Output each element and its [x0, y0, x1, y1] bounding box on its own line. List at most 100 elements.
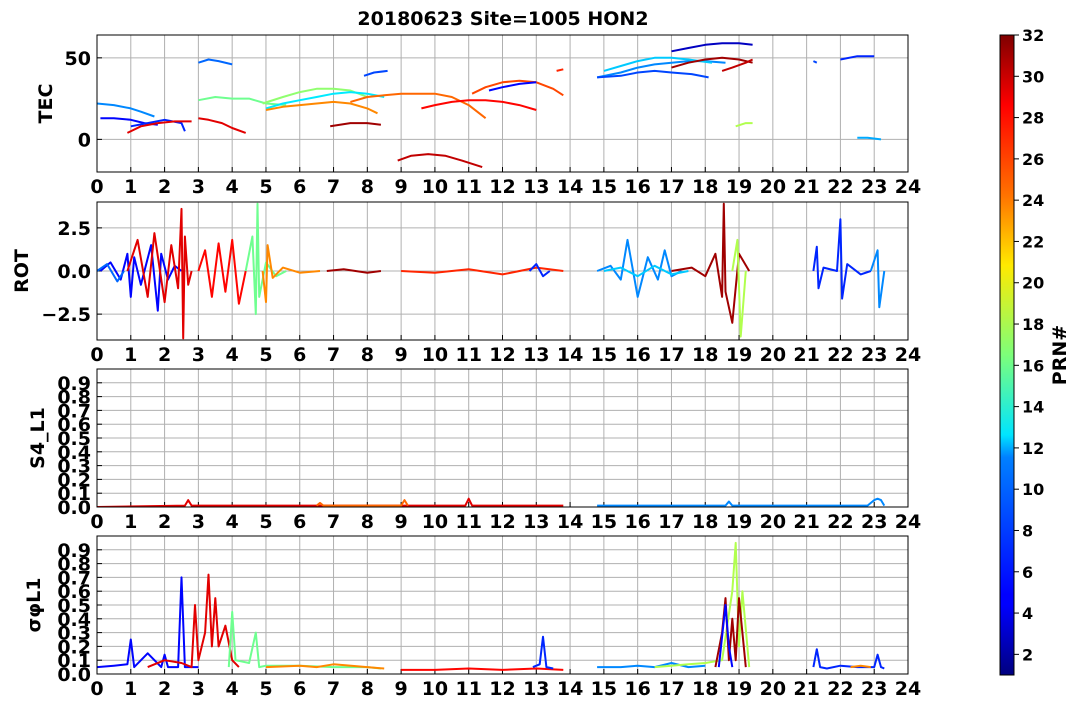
y-tick-label: 0.9: [57, 540, 91, 562]
x-tick-label: 15: [591, 511, 617, 533]
y-axis-label: σφL1: [23, 578, 45, 633]
x-tick-label: 23: [861, 176, 887, 198]
x-tick-label: 16: [624, 344, 650, 366]
colorbar-tick-label: 28: [1022, 109, 1044, 128]
x-tick-label: 18: [692, 678, 718, 700]
x-tick-label: 18: [692, 176, 718, 198]
x-tick-label: 14: [557, 678, 583, 700]
x-tick-label: 5: [259, 176, 272, 198]
colorbar-tick-label: 18: [1022, 315, 1044, 334]
x-tick-label: 15: [591, 176, 617, 198]
x-tick-label: 20: [760, 678, 786, 700]
colorbar-gradient: [999, 34, 1015, 676]
panel-1: 0 1 2 3 4 5 6 7 8 9 10 11 12 13 14 15 16 17 18 19 20 21 22 23 24…: [35, 34, 921, 198]
x-tick-label: 5: [259, 511, 272, 533]
x-tick-label: 4: [226, 678, 239, 700]
x-tick-label: 15: [591, 678, 617, 700]
x-tick-label: 7: [327, 511, 340, 533]
x-tick-label: 8: [361, 344, 374, 366]
x-tick-label: 3: [192, 511, 205, 533]
x-tick-label: 23: [861, 344, 887, 366]
x-tick-label: 5: [259, 678, 272, 700]
colorbar-tick-label: 20: [1022, 274, 1044, 293]
x-tick-label: 1: [124, 176, 137, 198]
y-tick-label: 2.5: [57, 218, 91, 240]
x-tick-label: 23: [861, 511, 887, 533]
x-tick-label: 10: [422, 678, 448, 700]
colorbar-tick-label: 2: [1022, 645, 1033, 664]
x-tick-label: 24: [895, 511, 921, 533]
x-tick-label: 9: [395, 678, 408, 700]
x-tick-label: 17: [658, 176, 684, 198]
x-tick-label: 0: [90, 511, 103, 533]
x-tick-label: 24: [895, 678, 921, 700]
x-tick-label: 1: [124, 678, 137, 700]
x-tick-label: 8: [361, 678, 374, 700]
colorbar-tick-label: 8: [1022, 521, 1033, 540]
x-tick-label: 16: [624, 678, 650, 700]
chart-title: 20180623 Site=1005 HON2: [357, 8, 648, 30]
colorbar-tick-label: 14: [1022, 398, 1044, 417]
x-tick-label: 4: [226, 344, 239, 366]
x-tick-label: 4: [226, 176, 239, 198]
panel-2: 0 1 2 3 4 5 6 7 8 9 10 11 12 13 14 15 16 17 18 19 20 21 22 23 24…: [11, 201, 921, 366]
x-tick-label: 14: [557, 176, 583, 198]
x-tick-label: 11: [455, 678, 481, 700]
x-tick-label: 7: [327, 176, 340, 198]
y-tick-label: 50: [65, 48, 91, 70]
x-tick-label: 3: [192, 678, 205, 700]
x-tick-label: 15: [591, 344, 617, 366]
x-tick-label: 1: [124, 511, 137, 533]
x-tick-label: 12: [489, 344, 515, 366]
x-tick-label: 20: [760, 176, 786, 198]
x-tick-label: 16: [624, 176, 650, 198]
x-tick-label: 19: [726, 344, 752, 366]
y-tick-label: 0.0: [57, 261, 91, 283]
panel-3: 0 1 2 3 4 5 6 7 8 9 10 11 12 13 14 15 16 17 18 19 20 21 22 23 24…: [27, 368, 921, 533]
panels: 0 1 2 3 4 5 6 7 8 9 10 11 12 13 14 15 16 17 18 19 20 21 22 23 24…: [11, 34, 921, 700]
x-tick-label: 17: [658, 344, 684, 366]
y-tick-label: 0.9: [57, 373, 91, 395]
x-tick-label: 12: [489, 511, 515, 533]
colorbar-tick-label: 24: [1022, 191, 1044, 210]
x-tick-label: 12: [489, 678, 515, 700]
x-tick-label: 11: [455, 176, 481, 198]
x-tick-label: 21: [793, 344, 819, 366]
x-tick-label: 22: [827, 511, 853, 533]
x-tick-label: 22: [827, 678, 853, 700]
x-tick-label: 11: [455, 511, 481, 533]
x-tick-label: 21: [793, 176, 819, 198]
colorbar-tick-label: 6: [1022, 563, 1033, 582]
x-tick-label: 3: [192, 176, 205, 198]
x-tick-label: 19: [726, 678, 752, 700]
x-tick-label: 6: [293, 176, 306, 198]
x-tick-label: 17: [658, 511, 684, 533]
x-tick-label: 7: [327, 678, 340, 700]
colorbar-label: PRN#: [1049, 325, 1071, 385]
x-tick-label: 9: [395, 176, 408, 198]
colorbar-tick-label: 16: [1022, 356, 1044, 375]
x-tick-label: 18: [692, 344, 718, 366]
x-tick-label: 20: [760, 511, 786, 533]
x-tick-label: 11: [455, 344, 481, 366]
colorbar-tick-label: 30: [1022, 67, 1044, 86]
x-tick-label: 10: [422, 511, 448, 533]
x-tick-label: 2: [158, 511, 171, 533]
x-tick-label: 13: [523, 176, 549, 198]
x-tick-label: 2: [158, 344, 171, 366]
x-tick-label: 2: [158, 176, 171, 198]
x-tick-label: 1: [124, 344, 137, 366]
figure: 20180623 Site=1005 HON2 0 1 2 3 4 5 6 7 8 9 10 11 12…: [11, 8, 1071, 700]
x-tick-label: 6: [293, 511, 306, 533]
colorbar: PRN# 2468101214161820222426283032: [999, 26, 1071, 676]
x-tick-label: 9: [395, 511, 408, 533]
x-tick-label: 3: [192, 344, 205, 366]
colorbar-tick-label: 22: [1022, 232, 1044, 251]
x-tick-label: 13: [523, 511, 549, 533]
panel-4: 0 1 2 3 4 5 6 7 8 9 10 11 12 13 14 15 16 17 18 19 20 21 22 23 24…: [23, 535, 921, 700]
x-tick-label: 24: [895, 344, 921, 366]
x-tick-label: 24: [895, 176, 921, 198]
x-tick-label: 9: [395, 344, 408, 366]
colorbar-tick-label: 4: [1022, 604, 1033, 623]
x-tick-label: 21: [793, 511, 819, 533]
